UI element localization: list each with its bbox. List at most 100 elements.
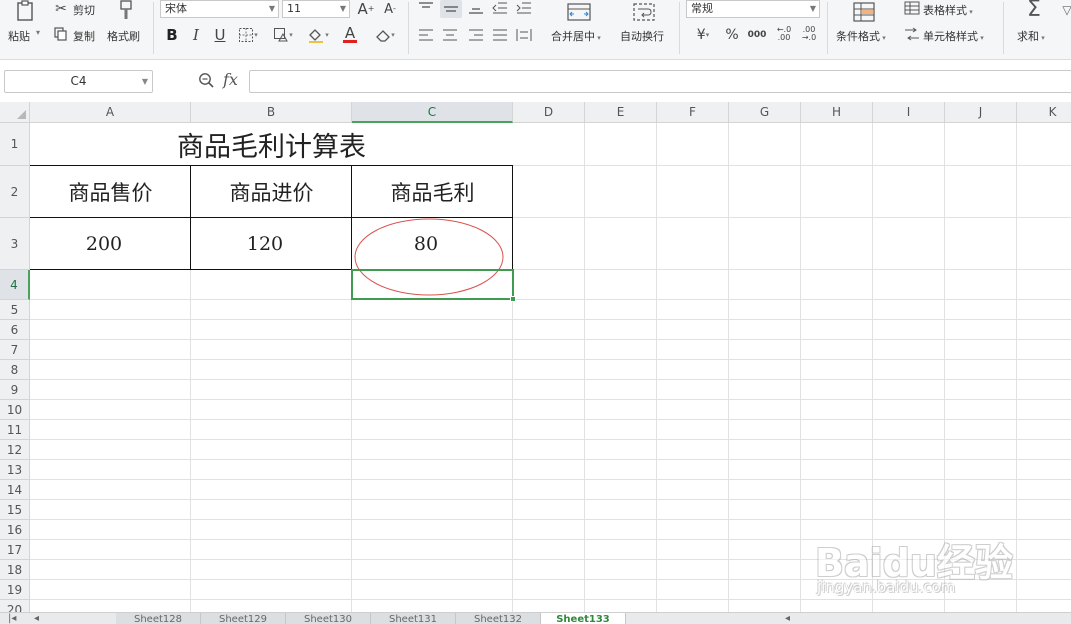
copy-icon[interactable] [53, 26, 69, 42]
align-right-button[interactable] [466, 26, 486, 44]
column-header-D[interactable]: D [513, 102, 585, 123]
row-header-4[interactable]: 4 [0, 270, 30, 300]
increase-decimal-button[interactable]: ←.0.00 [773, 24, 795, 44]
thousands-button[interactable]: 000 [746, 26, 768, 44]
paste-button[interactable]: 粘贴 ▾ [4, 0, 46, 56]
row-header-12[interactable]: 12 [0, 440, 30, 460]
column-header-I[interactable]: I [873, 102, 945, 123]
name-box[interactable]: C4 ▼ [4, 70, 153, 93]
row-header-9[interactable]: 9 [0, 380, 30, 400]
row-header-6[interactable]: 6 [0, 320, 30, 340]
row-header-14[interactable]: 14 [0, 480, 30, 500]
column-header-E[interactable]: E [585, 102, 657, 123]
increase-indent-button[interactable] [514, 0, 534, 16]
zoom-search-icon[interactable] [198, 72, 214, 92]
sheet-tab[interactable]: Sheet132 [456, 613, 541, 624]
autosum-button[interactable]: Σ 求和 ▾ [1010, 0, 1058, 56]
row-header-11[interactable]: 11 [0, 420, 30, 440]
fill-shape-button[interactable]: ▾ [270, 26, 296, 44]
sheet-tab-active[interactable]: Sheet133 [541, 613, 626, 624]
filter-icon[interactable]: ▽ [1062, 2, 1071, 18]
number-format-select[interactable]: 常规 ▼ [686, 0, 820, 18]
copy-button[interactable]: 复制 [73, 28, 95, 44]
row-header-17[interactable]: 17 [0, 540, 30, 560]
align-middle-button[interactable] [440, 0, 462, 18]
row-header-5[interactable]: 5 [0, 300, 30, 320]
cut-button[interactable]: 剪切 [73, 2, 95, 18]
insert-function-button[interactable]: fx [223, 70, 238, 89]
row-header-18[interactable]: 18 [0, 560, 30, 580]
column-header-H[interactable]: H [801, 102, 873, 123]
table-style-button[interactable]: 表格样式 ▾ [923, 2, 973, 18]
font-grow-button[interactable]: A + [357, 0, 375, 18]
merge-center-button[interactable]: 合并居中 ▾ [548, 0, 610, 56]
column-header-G[interactable]: G [729, 102, 801, 123]
cell-style-button[interactable]: 单元格样式 ▾ [923, 28, 984, 44]
underline-button[interactable]: U [211, 26, 229, 44]
column-header-K[interactable]: K [1017, 102, 1071, 123]
sheet-title-cell[interactable]: 商品毛利计算表 [30, 123, 513, 165]
header-cell-selling-price[interactable]: 商品售价 [30, 166, 191, 218]
value-cell-selling-price[interactable]: 200 [30, 218, 178, 270]
conditional-format-button[interactable]: 条件格式 ▾ [834, 0, 894, 56]
paste-dropdown-icon[interactable]: ▾ [36, 28, 40, 37]
percent-button[interactable]: % [723, 26, 741, 44]
font-size-select[interactable]: 11 ▼ [282, 0, 350, 18]
row-header-15[interactable]: 15 [0, 500, 30, 520]
column-header-B[interactable]: B [191, 102, 352, 123]
italic-button[interactable]: I [187, 26, 205, 44]
distributed-align-button[interactable] [514, 26, 534, 44]
table-style-icon[interactable] [903, 0, 921, 16]
row-header-2[interactable]: 2 [0, 166, 30, 218]
align-left-button[interactable] [416, 26, 436, 44]
row-header-3[interactable]: 3 [0, 218, 30, 270]
column-header-A[interactable]: A [30, 102, 191, 123]
row-header-8[interactable]: 8 [0, 360, 30, 380]
row-header-19[interactable]: 19 [0, 580, 30, 600]
column-header-J[interactable]: J [945, 102, 1017, 123]
decrease-indent-button[interactable] [490, 0, 510, 16]
select-all-corner[interactable] [0, 102, 30, 123]
align-center-button[interactable] [440, 26, 460, 44]
font-color-button[interactable]: A [338, 24, 362, 44]
cell-style-icon[interactable] [903, 26, 921, 42]
spreadsheet-grid[interactable]: A B C D E F G H I J K 1 2 3 4 5 6 7 8 9 … [0, 102, 1071, 612]
wrap-text-button[interactable]: 自动换行 [616, 0, 672, 56]
format-painter-button[interactable]: 格式刷 [104, 0, 148, 56]
active-cell-selection[interactable] [351, 269, 516, 302]
column-header-F[interactable]: F [657, 102, 729, 123]
clear-format-button[interactable]: ▾ [371, 26, 399, 44]
scissors-icon[interactable]: ✂ [53, 1, 69, 17]
value-cell-purchase-price[interactable]: 120 [191, 218, 339, 270]
align-bottom-button[interactable] [466, 0, 486, 16]
row-header-7[interactable]: 7 [0, 340, 30, 360]
fill-color-button[interactable]: ▾ [304, 26, 332, 44]
sheet-tab[interactable]: Sheet129 [201, 613, 286, 624]
distribute-icon [516, 29, 532, 41]
decrease-decimal-button[interactable]: .00 →.0 [798, 24, 820, 44]
sheet-tab[interactable]: Sheet131 [371, 613, 456, 624]
border-button[interactable]: ▾ [237, 26, 259, 44]
justify-button[interactable] [490, 26, 510, 44]
formula-input[interactable] [249, 70, 1071, 93]
sheet-tab[interactable]: Sheet128 [116, 613, 201, 624]
currency-button[interactable]: ¥ ▾ [689, 26, 717, 44]
row-header-1[interactable]: 1 [0, 123, 30, 166]
column-header-C[interactable]: C [352, 102, 513, 123]
font-name-select[interactable]: 宋体 ▼ [160, 0, 279, 18]
first-sheet-icon[interactable]: |◂ [8, 613, 16, 624]
row-header-20[interactable]: 20 [0, 600, 30, 612]
header-cell-purchase-price[interactable]: 商品进价 [191, 166, 352, 218]
font-shrink-button[interactable]: A- [381, 0, 399, 18]
fill-handle[interactable] [510, 296, 516, 302]
value-cell-gross-profit[interactable]: 80 [352, 218, 500, 270]
sheet-tab[interactable]: Sheet130 [286, 613, 371, 624]
prev-sheet-icon[interactable]: ◂ [34, 613, 39, 624]
row-header-10[interactable]: 10 [0, 400, 30, 420]
align-top-button[interactable] [416, 0, 436, 16]
header-cell-gross-profit[interactable]: 商品毛利 [352, 166, 513, 218]
bold-button[interactable]: B [163, 26, 181, 44]
scroll-tabs-icon[interactable]: ◂ [785, 613, 790, 624]
row-header-13[interactable]: 13 [0, 460, 30, 480]
row-header-16[interactable]: 16 [0, 520, 30, 540]
